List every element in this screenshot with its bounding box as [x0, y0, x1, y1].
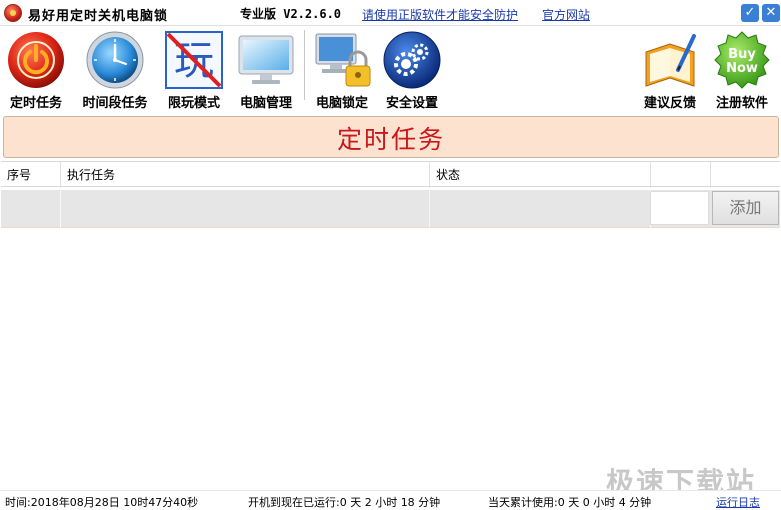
clock-icon [86, 31, 144, 89]
column-header-status: 状态 [430, 162, 651, 188]
toolbar-label: 定时任务 [9, 96, 62, 111]
power-icon [8, 32, 64, 88]
feedback-notebook-icon [645, 34, 696, 87]
toolbar-separator [304, 30, 305, 100]
monitor-icon [238, 35, 294, 84]
no-play-icon: 玩 [165, 31, 223, 89]
section-banner: 定时任务 [3, 116, 779, 158]
toolbar-security-settings[interactable]: 安全设置 [378, 28, 446, 111]
toolbar-feedback[interactable]: 建议反馈 [636, 28, 704, 111]
toolbar-label: 注册软件 [715, 96, 768, 111]
toolbar-label: 建议反馈 [643, 96, 696, 111]
toolbar-label: 电脑管理 [239, 96, 292, 111]
column-header-index: 序号 [1, 162, 61, 188]
close-button[interactable]: ✕ [762, 4, 780, 22]
svg-text:Buy: Buy [728, 47, 756, 62]
toolbar-computer-lock[interactable]: 电脑锁定 [308, 28, 376, 111]
status-current-time: 时间:2018年08月28日 10时47分40秒 [5, 496, 199, 509]
column-header-blank [651, 162, 711, 188]
minimize-button[interactable]: ✓ [741, 4, 759, 22]
genuine-software-link[interactable]: 请使用正版软件才能安全防护 [362, 6, 518, 23]
toolbar-computer-management[interactable]: 电脑管理 [232, 28, 300, 111]
task-table-header: 序号 执行任务 状态 [1, 161, 780, 188]
toolbar-label: 限玩模式 [167, 96, 220, 111]
title-bar: 易好用定时关机电脑锁 专业版 V2.2.6.0 请使用正版软件才能安全防护 官方… [0, 0, 781, 26]
row-cell-task[interactable] [61, 190, 430, 228]
row-cell-status[interactable] [430, 190, 651, 228]
row-cell-index [1, 190, 61, 228]
toolbar-time-period-task[interactable]: 时间段任务 [74, 28, 156, 111]
toolbar-label: 安全设置 [385, 96, 438, 111]
toolbar-label: 时间段任务 [82, 96, 148, 111]
status-bar: 时间:2018年08月28日 10时47分40秒 开机到现在已运行:0 天 2 … [0, 490, 781, 510]
computer-lock-icon [315, 33, 371, 87]
task-value-input[interactable] [650, 191, 709, 225]
toolbar-limit-play-mode[interactable]: 玩 限玩模式 [160, 28, 228, 111]
buy-now-badge-icon: Buy Now [714, 31, 770, 89]
gears-icon [383, 31, 441, 89]
main-toolbar: 定时任务 时间段任务 玩 限玩模式 [0, 26, 781, 111]
svg-text:Now: Now [726, 61, 758, 76]
section-title: 定时任务 [336, 125, 445, 154]
status-today-usage: 当天累计使用:0 天 0 小时 4 分钟 [488, 496, 652, 509]
toolbar-scheduled-task[interactable]: 定时任务 [2, 28, 70, 111]
app-logo-icon [4, 4, 22, 22]
toolbar-label: 电脑锁定 [315, 96, 368, 111]
column-header-task: 执行任务 [61, 162, 430, 188]
app-title: 易好用定时关机电脑锁 [28, 9, 169, 24]
status-uptime: 开机到现在已运行:0 天 2 小时 18 分钟 [248, 496, 441, 509]
run-log-link[interactable]: 运行日志 [716, 494, 760, 510]
app-version: 专业版 V2.2.6.0 [240, 7, 342, 21]
toolbar-register-software[interactable]: Buy Now 注册软件 [708, 28, 776, 111]
official-site-link[interactable]: 官方网站 [542, 6, 590, 23]
add-button[interactable]: 添加 [712, 191, 779, 225]
